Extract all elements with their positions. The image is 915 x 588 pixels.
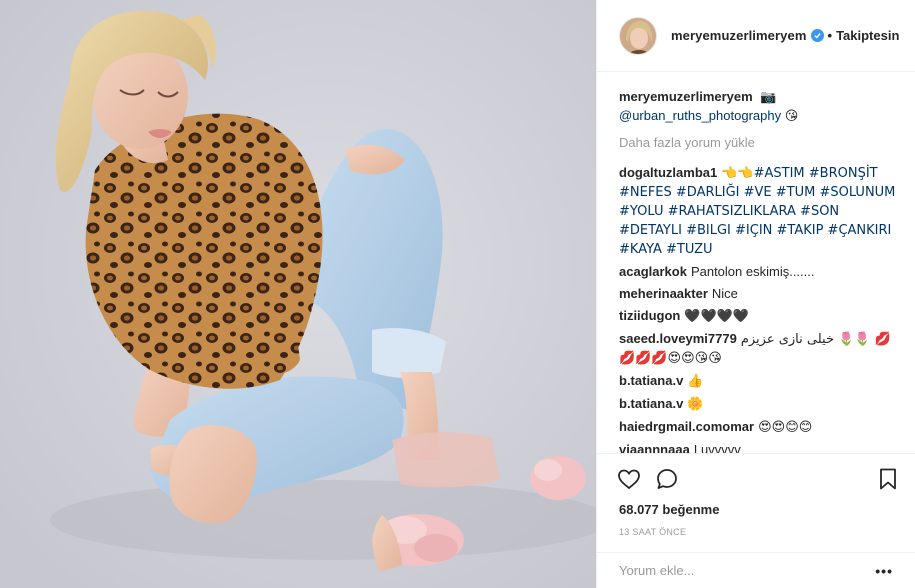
comment-text: 🖤🖤🖤🖤 <box>684 309 750 324</box>
avatar-image <box>620 17 656 54</box>
comment-username[interactable]: acaglarkok <box>619 264 687 279</box>
comment-text: Luvvvvv <box>693 442 741 454</box>
caption: meryemuzerlimeryem 📷 @urban_ruths_photog… <box>619 88 899 126</box>
caption-mention-link[interactable]: @urban_ruths_photography <box>619 108 781 123</box>
comments-list[interactable]: meryemuzerlimeryem 📷 @urban_ruths_photog… <box>597 72 915 454</box>
comment-item: haiedrgmail.comomar 😍😍😊😊 <box>619 418 899 437</box>
comment-username[interactable]: b.tatiana.v <box>619 396 683 411</box>
add-comment-input[interactable] <box>619 563 859 578</box>
comment-text: Pantolon eskimiş....... <box>690 264 815 279</box>
likes-count[interactable]: 68.077 beğenme <box>597 496 915 517</box>
author-username[interactable]: meryemuzerlimeryem <box>671 28 807 43</box>
comment-item: b.tatiana.v 🌼 <box>619 395 899 414</box>
comment-item: tiziidugon 🖤🖤🖤🖤 <box>619 307 899 326</box>
comment-text: 🌼 <box>687 397 704 412</box>
add-comment-bar: ••• <box>597 552 915 588</box>
comment-username[interactable]: viaannnaaa <box>619 442 690 453</box>
post-actions <box>597 454 915 496</box>
instagram-post: meryemuzerlimeryem • Takiptesin meryemuz… <box>0 0 915 588</box>
comment-bubble-icon[interactable] <box>655 467 679 491</box>
comment-username[interactable]: tiziidugon <box>619 308 680 323</box>
comment-text: Nice <box>711 286 738 301</box>
heart-icon[interactable] <box>617 467 641 491</box>
photo-illustration <box>0 0 596 588</box>
comment-username[interactable]: haiedrgmail.comomar <box>619 419 754 434</box>
comment-item: dogaltuzlamba1 👈👈#ASTIM #BRONŞİT #NEFES #… <box>619 164 899 259</box>
comment-item: meherinaakter Nice <box>619 285 899 303</box>
comment-username[interactable]: b.tatiana.v <box>619 373 683 388</box>
post-photo[interactable] <box>0 0 597 588</box>
comment-item: saeed.loveymi7779 خیلی نازی عزیزم 🌷🌷 💋💋💋💋… <box>619 330 899 368</box>
comment-item: acaglarkok Pantolon eskimiş....... <box>619 263 899 281</box>
more-options-icon[interactable]: ••• <box>875 563 893 579</box>
bookmark-icon[interactable] <box>877 467 899 491</box>
caption-username[interactable]: meryemuzerlimeryem <box>619 89 753 104</box>
header-separator: • <box>827 28 833 43</box>
post-timestamp[interactable]: 13 SAAT ÖNCE <box>597 517 915 537</box>
comment-item: b.tatiana.v 👍 <box>619 372 899 391</box>
comment-text: 👍 <box>687 374 704 389</box>
post-header: meryemuzerlimeryem • Takiptesin <box>597 0 915 72</box>
follow-status-button[interactable]: Takiptesin <box>836 28 899 43</box>
comment-item: viaannnaaa Luvvvvv <box>619 441 899 454</box>
comment-username[interactable]: dogaltuzlamba1 <box>619 165 717 180</box>
load-more-comments-link[interactable]: Daha fazla yorum yükle <box>619 134 899 152</box>
avatar[interactable] <box>619 16 657 55</box>
comment-text: 😍😍😊😊 <box>758 420 813 435</box>
comment-username[interactable]: meherinaakter <box>619 286 708 301</box>
camera-emoji: 📷 <box>760 90 777 105</box>
post-side-panel: meryemuzerlimeryem • Takiptesin meryemuz… <box>597 0 915 588</box>
comment-username[interactable]: saeed.loveymi7779 <box>619 331 737 346</box>
kiss-emoji: 😘 <box>784 109 799 124</box>
verified-badge-icon <box>810 29 824 42</box>
